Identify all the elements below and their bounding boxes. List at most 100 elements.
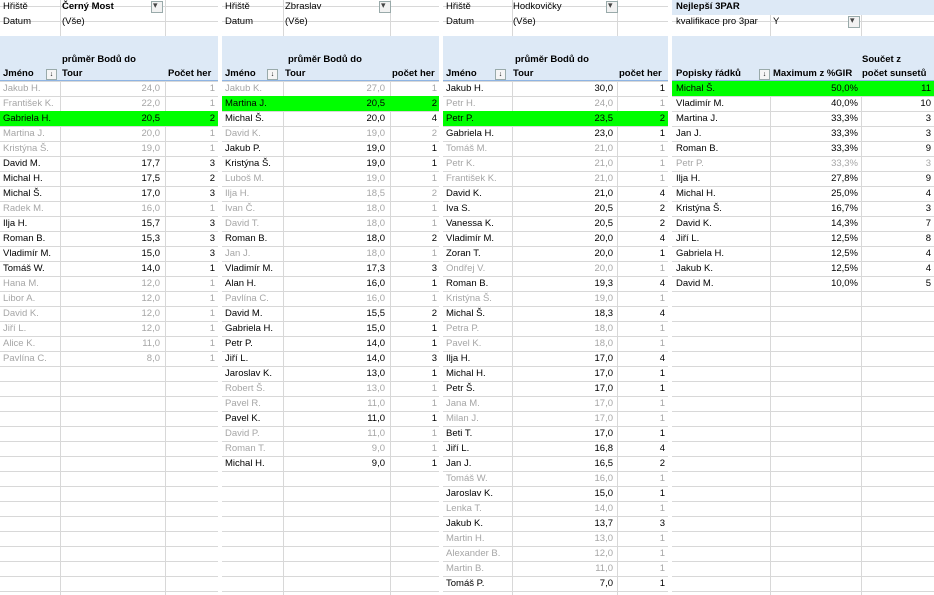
filter-value[interactable]: (Vše) (513, 16, 536, 27)
table-row[interactable]: David M. 17,7 3 (0, 156, 218, 171)
table-row[interactable]: Jan J. 18,0 1 (222, 246, 439, 261)
table-row[interactable]: Pavel K. 18,0 1 (443, 336, 668, 351)
table-row[interactable]: Tomáš W. 16,0 1 (443, 471, 668, 486)
table-row[interactable]: Jiří L. 12,5% 8 (672, 231, 934, 246)
table-row[interactable]: Ilja H. 27,8% 9 (672, 171, 934, 186)
table-row[interactable]: David M. 15,5 2 (222, 306, 439, 321)
table-row[interactable]: David M. 10,0% 5 (672, 276, 934, 291)
table-row[interactable]: Petr P. 33,3% 3 (672, 156, 934, 171)
sort-filter-icon[interactable]: ↓ (267, 69, 278, 80)
table-row[interactable]: Ondřej V. 20,0 1 (443, 261, 668, 276)
table-row[interactable]: David K. 21,0 4 (443, 186, 668, 201)
table-row[interactable]: David K. 19,0 2 (222, 126, 439, 141)
table-row[interactable]: Ilja H. 15,7 3 (0, 216, 218, 231)
table-row[interactable]: Tomáš W. 14,0 1 (0, 261, 218, 276)
table-row[interactable]: Vladimír M. 20,0 4 (443, 231, 668, 246)
table-row[interactable]: Petr Š. 17,0 1 (443, 381, 668, 396)
table-row[interactable]: Alice K. 11,0 1 (0, 336, 218, 351)
table-row[interactable]: Jiří L. 16,8 4 (443, 441, 668, 456)
table-row[interactable]: Martin B. 11,0 1 (443, 561, 668, 576)
table-row[interactable]: Kristýna Š. 19,0 1 (0, 141, 218, 156)
table-row[interactable]: David T. 18,0 1 (222, 216, 439, 231)
table-row[interactable]: Roman B. 19,3 4 (443, 276, 668, 291)
table-row[interactable]: Petr P. 23,5 2 (443, 111, 668, 126)
header-name[interactable]: Jméno (3, 68, 34, 79)
table-row[interactable]: Michal Š. 17,0 3 (0, 186, 218, 201)
table-row[interactable]: Alexander B. 12,0 1 (443, 546, 668, 561)
table-row[interactable]: Kristýna Š. 19,0 1 (443, 291, 668, 306)
filter-value[interactable]: (Vše) (62, 16, 85, 27)
table-row[interactable]: Martina J. 20,5 2 (222, 96, 439, 111)
table-row[interactable]: Jan J. 16,5 2 (443, 456, 668, 471)
table-row[interactable]: Petr H. 24,0 1 (443, 96, 668, 111)
table-row[interactable]: Jakub K. 27,0 1 (222, 81, 439, 96)
table-row[interactable]: Luboš M. 19,0 1 (222, 171, 439, 186)
table-row[interactable]: Tomáš M. 21,0 1 (443, 141, 668, 156)
table-row[interactable]: Jiří L. 12,0 1 (0, 321, 218, 336)
table-row[interactable]: David K. 12,0 1 (0, 306, 218, 321)
table-row[interactable]: Roman B. 33,3% 9 (672, 141, 934, 156)
table-row[interactable]: Vladimír M. 17,3 3 (222, 261, 439, 276)
table-row[interactable]: Roman B. 15,3 3 (0, 231, 218, 246)
table-row[interactable]: Hana M. 12,0 1 (0, 276, 218, 291)
table-row[interactable]: Ilja H. 17,0 4 (443, 351, 668, 366)
table-row[interactable]: Ilja H. 18,5 2 (222, 186, 439, 201)
table-row[interactable]: Michal H. 17,0 1 (443, 366, 668, 381)
table-row[interactable]: Ivan Č. 18,0 1 (222, 201, 439, 216)
filter-value[interactable]: Černý Most (62, 1, 114, 12)
table-row[interactable]: Petr K. 21,0 1 (443, 156, 668, 171)
table-row[interactable]: Roman T. 9,0 1 (222, 441, 439, 456)
table-row[interactable]: Gabriela H. 23,0 1 (443, 126, 668, 141)
table-row[interactable]: Pavlína C. 16,0 1 (222, 291, 439, 306)
table-row[interactable]: Tomáš P. 7,0 1 (443, 576, 668, 591)
table-row[interactable]: Jakub K. 13,7 3 (443, 516, 668, 531)
table-row[interactable]: Jan J. 33,3% 3 (672, 126, 934, 141)
table-row[interactable]: Kristýna Š. 16,7% 3 (672, 201, 934, 216)
header-name[interactable]: Jméno (225, 68, 256, 79)
table-row[interactable]: Vladimír M. 40,0% 10 (672, 96, 934, 111)
table-row[interactable]: Alan H. 16,0 1 (222, 276, 439, 291)
table-row[interactable]: Michal Š. 50,0% 11 (672, 81, 934, 96)
filter-value[interactable]: Zbraslav (285, 1, 321, 12)
table-row[interactable]: Gabriela H. 20,5 2 (0, 111, 218, 126)
table-row[interactable]: Pavel R. 11,0 1 (222, 396, 439, 411)
table-row[interactable]: Michal H. 9,0 1 (222, 456, 439, 471)
table-row[interactable]: Martina J. 33,3% 3 (672, 111, 934, 126)
sort-filter-icon[interactable]: ↓ (759, 69, 770, 80)
sort-filter-icon[interactable]: ↓ (495, 69, 506, 80)
table-row[interactable]: František K. 21,0 1 (443, 171, 668, 186)
table-row[interactable]: Kristýna Š. 19,0 1 (222, 156, 439, 171)
table-row[interactable]: Beti T. 17,0 1 (443, 426, 668, 441)
table-row[interactable]: Roman B. 18,0 2 (222, 231, 439, 246)
filter-value[interactable]: (Vše) (285, 16, 308, 27)
table-row[interactable]: Radek M. 16,0 1 (0, 201, 218, 216)
table-row[interactable]: Michal Š. 18,3 4 (443, 306, 668, 321)
table-row[interactable]: Pavel K. 11,0 1 (222, 411, 439, 426)
table-row[interactable]: Zoran T. 20,0 1 (443, 246, 668, 261)
table-row[interactable]: Jana M. 17,0 1 (443, 396, 668, 411)
table-row[interactable]: Petr P. 14,0 1 (222, 336, 439, 351)
table-row[interactable]: Pavlína C. 8,0 1 (0, 351, 218, 366)
table-row[interactable]: Jaroslav K. 13,0 1 (222, 366, 439, 381)
table-row[interactable]: Robert Š. 13,0 1 (222, 381, 439, 396)
table-row[interactable]: Petra P. 18,0 1 (443, 321, 668, 336)
table-row[interactable]: Vanessa K. 20,5 2 (443, 216, 668, 231)
table-row[interactable]: David P. 11,0 1 (222, 426, 439, 441)
table-row[interactable]: Martina J. 20,0 1 (0, 126, 218, 141)
header-row-labels[interactable]: Popisky řádků (676, 68, 741, 79)
table-row[interactable]: Michal H. 17,5 2 (0, 171, 218, 186)
table-row[interactable]: Jakub H. 30,0 1 (443, 81, 668, 96)
filter-value[interactable]: Y (773, 16, 779, 27)
table-row[interactable]: Milan J. 17,0 1 (443, 411, 668, 426)
filter-value[interactable]: Hodkovičky (513, 1, 562, 12)
table-row[interactable]: Lenka T. 14,0 1 (443, 501, 668, 516)
filter-dropdown-icon[interactable] (848, 15, 860, 28)
table-row[interactable]: David K. 14,3% 7 (672, 216, 934, 231)
table-row[interactable]: Iva S. 20,5 2 (443, 201, 668, 216)
table-row[interactable]: Michal Š. 20,0 4 (222, 111, 439, 126)
table-row[interactable]: Gabriela H. 12,5% 4 (672, 246, 934, 261)
sort-filter-icon[interactable]: ↓ (46, 69, 57, 80)
table-row[interactable]: Vladimír M. 15,0 3 (0, 246, 218, 261)
filter-dropdown-icon[interactable] (379, 0, 391, 13)
header-name[interactable]: Jméno (446, 68, 477, 79)
